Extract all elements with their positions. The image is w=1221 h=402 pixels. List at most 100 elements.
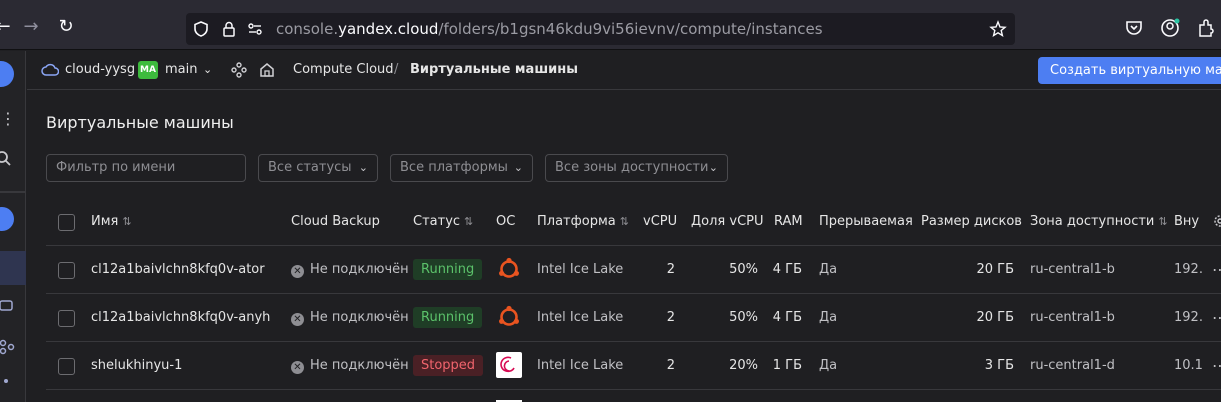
col-vcpu: vCPU (643, 214, 678, 229)
cell-ram: 4 ГБ (772, 310, 802, 325)
backup-cell: ✕ Не подключён (291, 246, 409, 293)
create-vm-button[interactable]: Создать виртуальную машину (1038, 57, 1221, 84)
chevron-down-icon: ⌄ (513, 161, 523, 174)
col-ram: RAM (774, 214, 803, 229)
table-row[interactable]: cl12a1baivlchn8kfq0v-anyh ✕ Не подключён Ru… (46, 294, 1221, 342)
col-vcpu-share: Доля vCPU (691, 214, 764, 229)
account-icon[interactable] (1160, 18, 1180, 38)
select-all-checkbox[interactable] (58, 214, 75, 231)
pocket-icon[interactable] (1124, 18, 1144, 38)
lock-icon[interactable] (220, 20, 238, 38)
cell-name[interactable]: shelukhinyu-1 (91, 342, 182, 389)
folder-avatar: MA (138, 61, 158, 79)
chevron-down-icon: ⌄ (358, 161, 368, 174)
cell-name[interactable]: cl12a1baivlchn8kfq0v-anyh (91, 294, 270, 341)
site-settings-icon[interactable] (246, 20, 264, 38)
menu-dots-icon[interactable]: ⋮ (0, 109, 20, 128)
breadcrumb-current: Виртуальные машины (410, 62, 578, 77)
back-icon[interactable]: ← (0, 16, 14, 38)
breadcrumb-service[interactable]: Compute Cloud (293, 62, 394, 77)
url-domain: yandex.cloud (338, 20, 439, 38)
yandex-cloud-logo-icon[interactable] (0, 61, 14, 87)
cell-disk: 20 ГБ (976, 262, 1014, 277)
status-select[interactable]: Все статусы ⌄ (258, 154, 378, 182)
table-row[interactable] (46, 390, 1221, 402)
cell-vcpu: 2 (666, 262, 675, 277)
more-nav-icon[interactable] (4, 379, 8, 383)
cell-preempt: Да (819, 310, 838, 325)
table-row[interactable]: shelukhinyu-1 ✕ Не подключён Stopped Intel I… (46, 342, 1221, 390)
ubuntu-icon (496, 304, 522, 330)
compute-nav-icon[interactable] (0, 251, 26, 285)
cell-ip: 192. (1174, 310, 1203, 325)
network-icon[interactable] (0, 339, 16, 355)
zone-select[interactable]: Все зоны доступности ⌄ (545, 154, 728, 182)
name-filter-input[interactable]: Фильтр по имени (46, 154, 246, 182)
ubuntu-icon (496, 256, 522, 282)
breadcrumb-separator: / (394, 62, 399, 77)
backup-status: Не подключён (310, 262, 409, 277)
col-name[interactable]: Имя ⇅ (91, 198, 132, 245)
sort-icon[interactable]: ⇅ (464, 215, 473, 228)
home-icon[interactable] (258, 61, 276, 79)
page-title: Виртуальные машины (46, 113, 234, 132)
bookmark-star-icon[interactable] (989, 20, 1007, 38)
row-checkbox[interactable] (58, 310, 75, 327)
col-backup: Cloud Backup (291, 214, 380, 229)
zone-select-value: Все зоны доступности (555, 160, 709, 175)
close-circle-icon: ✕ (291, 361, 304, 374)
col-platform[interactable]: Платформа ⇅ (537, 198, 629, 245)
left-rail: ⋮ (0, 51, 26, 402)
row-actions-icon[interactable]: ⋯ (1212, 342, 1221, 389)
forward-icon[interactable]: → (20, 16, 42, 38)
cloud-icon (41, 63, 59, 76)
cell-zone: ru-central1-d (1030, 358, 1115, 373)
reload-icon[interactable]: ↻ (55, 16, 77, 38)
sort-icon[interactable]: ⇅ (1158, 215, 1167, 228)
cloud-name[interactable]: cloud-yysg (65, 62, 135, 77)
url-path: /folders/b1gsn46kdu9vi56ievnv/compute/in… (438, 20, 823, 38)
row-checkbox[interactable] (58, 262, 75, 279)
cell-share: 50% (729, 310, 758, 325)
url-text[interactable]: console.yandex.cloud/folders/b1gsn46kdu9… (276, 20, 823, 38)
status-badge: Stopped (413, 355, 484, 376)
cell-ram: 4 ГБ (772, 262, 802, 277)
status-badge: Running (413, 259, 483, 280)
cell-preempt: Да (819, 262, 838, 277)
search-icon[interactable] (0, 149, 14, 169)
debian-icon (496, 352, 522, 378)
cell-name[interactable]: cl12a1baivlchn8kfq0v-ator (91, 246, 265, 293)
cell-share: 20% (729, 358, 758, 373)
row-actions-icon[interactable]: ⋯ (1212, 294, 1221, 341)
platform-select[interactable]: Все платформы ⌄ (390, 154, 533, 182)
col-disk-size: Размер дисков (921, 214, 1022, 229)
row-checkbox[interactable] (58, 358, 75, 375)
status-cell: Running (413, 246, 483, 293)
status-cell: Stopped (413, 342, 484, 389)
backup-cell: ✕ Не подключён (291, 294, 409, 341)
cell-zone: ru-central1-b (1030, 310, 1115, 325)
status-select-value: Все статусы (268, 160, 352, 175)
hierarchy-icon[interactable] (231, 62, 247, 78)
url-prefix: console. (276, 20, 339, 38)
extensions-icon[interactable] (1196, 18, 1216, 38)
col-zone[interactable]: Зона доступности ⇅ (1030, 198, 1168, 245)
table-row[interactable]: cl12a1baivlchn8kfq0v-ator ✕ Не подключён Ru… (46, 246, 1221, 294)
services-icon[interactable] (0, 207, 14, 231)
shield-icon[interactable] (192, 20, 210, 38)
col-status[interactable]: Статус ⇅ (413, 198, 473, 245)
folder-name[interactable]: main (165, 62, 197, 77)
chevron-down-icon[interactable]: ⌄ (203, 63, 212, 76)
gear-icon[interactable] (1212, 213, 1221, 229)
col-preemptible: Прерываемая (819, 214, 913, 229)
close-circle-icon: ✕ (291, 265, 304, 278)
sort-icon[interactable]: ⇅ (122, 215, 131, 228)
sort-icon[interactable]: ⇅ (620, 215, 629, 228)
disk-icon[interactable] (0, 297, 16, 313)
cell-disk: 3 ГБ (984, 358, 1014, 373)
cell-ip: 192. (1174, 262, 1203, 277)
row-actions-icon[interactable]: ⋯ (1212, 246, 1221, 293)
status-cell: Running (413, 294, 483, 341)
chevron-down-icon: ⌄ (708, 161, 718, 174)
address-bar[interactable]: console.yandex.cloud/folders/b1gsn46kdu9… (186, 13, 1015, 45)
